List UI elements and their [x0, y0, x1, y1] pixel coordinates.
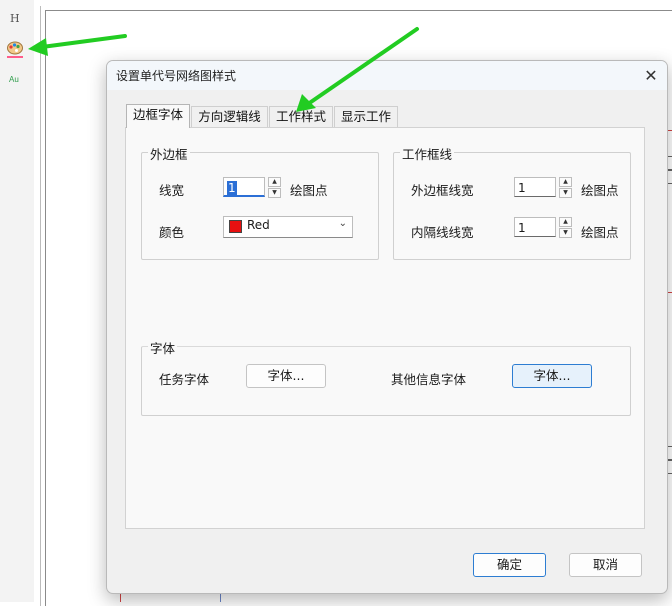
tab-border-font[interactable]: 边框字体: [126, 104, 190, 128]
annotation-arrowhead-dialog: [296, 94, 316, 112]
annotation-arrowhead-left: [28, 38, 48, 56]
annotation-arrows: [28, 27, 419, 112]
annotation-arrow-left: [40, 34, 127, 49]
annotation-arrow-dialog: [306, 27, 419, 106]
